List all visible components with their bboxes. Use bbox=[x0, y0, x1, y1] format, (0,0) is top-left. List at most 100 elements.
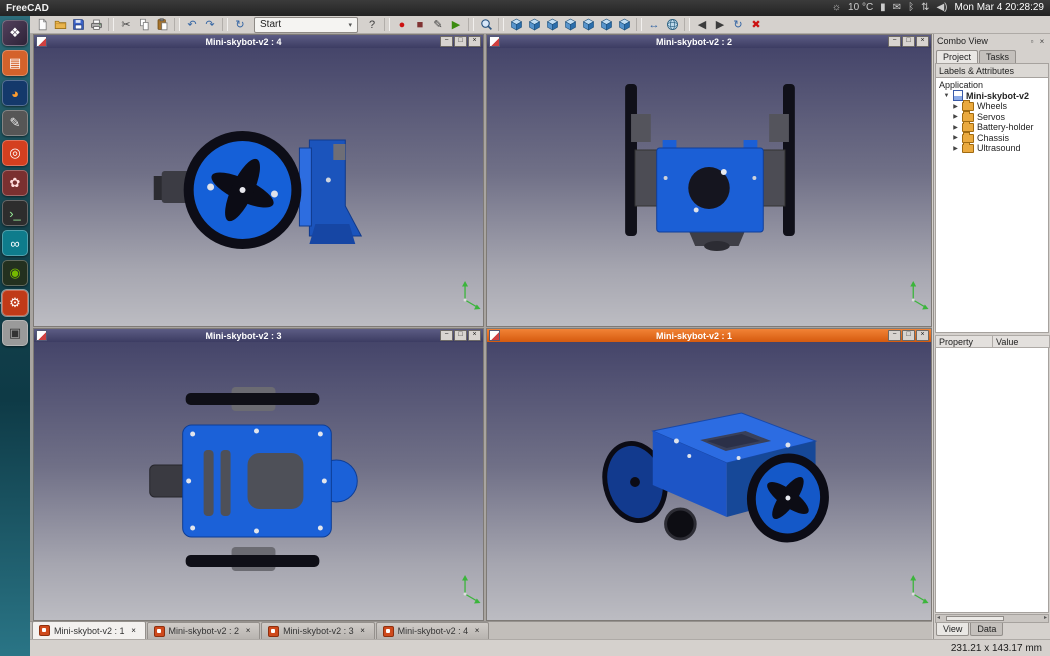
close-button[interactable]: × bbox=[468, 330, 481, 341]
macro-run-button[interactable]: ▶ bbox=[447, 17, 465, 33]
battery-icon[interactable]: ▮ bbox=[880, 0, 886, 16]
view-bottom-button[interactable] bbox=[597, 17, 615, 33]
minimize-button[interactable]: − bbox=[888, 36, 901, 47]
cut-button[interactable]: ✂ bbox=[117, 17, 135, 33]
tree-root-application[interactable]: Application bbox=[936, 80, 1048, 91]
launcher-item-terminal[interactable]: ›_ bbox=[2, 200, 28, 226]
macro-stop-button[interactable]: ■ bbox=[411, 17, 429, 33]
launcher-item-screenshot[interactable]: ▣ bbox=[2, 320, 28, 346]
close-button[interactable]: × bbox=[916, 36, 929, 47]
nav-forward-button[interactable]: ▶ bbox=[711, 17, 729, 33]
close-tab-icon[interactable]: × bbox=[472, 626, 482, 636]
viewport-1[interactable] bbox=[487, 342, 931, 620]
collapse-arrow-icon[interactable]: ▶ bbox=[952, 103, 959, 110]
network-icon[interactable]: ⇅ bbox=[921, 0, 929, 16]
macro-edit-button[interactable]: ✎ bbox=[429, 17, 447, 33]
clock[interactable]: Mon Mar 4 20:28:29 bbox=[955, 0, 1045, 16]
restore-button[interactable]: □ bbox=[902, 330, 915, 341]
launcher-item-freecad[interactable]: ⚙ bbox=[2, 290, 28, 316]
new-file-button[interactable] bbox=[33, 17, 51, 33]
temperature-indicator[interactable]: 10 °C bbox=[848, 0, 873, 16]
combo-view-header[interactable]: Combo View ▫ × bbox=[934, 34, 1050, 48]
undo-button[interactable]: ↶ bbox=[183, 17, 201, 33]
copy-button[interactable] bbox=[135, 17, 153, 33]
scroll-left-icon[interactable]: ◂ bbox=[937, 615, 940, 622]
open-file-button[interactable] bbox=[51, 17, 69, 33]
fit-all-button[interactable] bbox=[477, 17, 495, 33]
expand-arrow-icon[interactable]: ▼ bbox=[943, 93, 950, 99]
launcher-item-gimp[interactable]: ✎ bbox=[2, 110, 28, 136]
weather-icon[interactable]: ☼ bbox=[832, 0, 841, 16]
subwindow-3-titlebar[interactable]: Mini-skybot-v2 : 3 − □ × bbox=[34, 329, 483, 342]
view-top-button[interactable] bbox=[543, 17, 561, 33]
float-panel-button[interactable]: ▫ bbox=[1027, 37, 1037, 46]
mdi-tab-2[interactable]: Mini-skybot-v2 : 2 × bbox=[147, 622, 261, 639]
view-axonometric-button[interactable] bbox=[507, 17, 525, 33]
macro-record-button[interactable]: ● bbox=[393, 17, 411, 33]
restore-button[interactable]: □ bbox=[454, 330, 467, 341]
viewport-2[interactable] bbox=[487, 48, 931, 326]
tree-item-chassis[interactable]: ▶ Chassis bbox=[936, 133, 1048, 144]
subwindow-4-titlebar[interactable]: Mini-skybot-v2 : 4 − □ × bbox=[34, 35, 483, 48]
minimize-button[interactable]: − bbox=[888, 330, 901, 341]
close-panel-button[interactable]: × bbox=[1037, 37, 1047, 46]
tree-item-ultrasound[interactable]: ▶ Ultrasound bbox=[936, 143, 1048, 154]
launcher-item-arduino[interactable]: ∞ bbox=[2, 230, 28, 256]
tab-tasks[interactable]: Tasks bbox=[979, 50, 1016, 63]
restore-button[interactable]: □ bbox=[902, 36, 915, 47]
save-button[interactable] bbox=[69, 17, 87, 33]
view-front-button[interactable] bbox=[525, 17, 543, 33]
collapse-arrow-icon[interactable]: ▶ bbox=[952, 124, 959, 131]
tree-item-servos[interactable]: ▶ Servos bbox=[936, 112, 1048, 123]
subwindow-2-titlebar[interactable]: Mini-skybot-v2 : 2 − □ × bbox=[487, 35, 931, 48]
scene-globe-button[interactable] bbox=[663, 17, 681, 33]
whats-this-button[interactable]: ? bbox=[363, 17, 381, 33]
scroll-right-icon[interactable]: ▸ bbox=[1044, 615, 1047, 622]
launcher-item-ubuntu-software[interactable]: ◎ bbox=[2, 140, 28, 166]
tab-view[interactable]: View bbox=[936, 623, 969, 636]
horizontal-scrollbar[interactable]: ◂ ▸ bbox=[935, 614, 1049, 623]
nav-reload-button[interactable]: ↻ bbox=[729, 17, 747, 33]
tab-project[interactable]: Project bbox=[936, 50, 978, 63]
collapse-arrow-icon[interactable]: ▶ bbox=[952, 134, 959, 141]
paste-button[interactable] bbox=[153, 17, 171, 33]
restore-button[interactable]: □ bbox=[454, 36, 467, 47]
volume-icon[interactable]: ◀) bbox=[936, 0, 947, 16]
viewport-4[interactable] bbox=[34, 48, 483, 326]
minimize-button[interactable]: − bbox=[440, 36, 453, 47]
minimize-button[interactable]: − bbox=[440, 330, 453, 341]
launcher-item-dash-home[interactable]: ❖ bbox=[2, 20, 28, 46]
mdi-tab-3[interactable]: Mini-skybot-v2 : 3 × bbox=[261, 622, 375, 639]
close-button[interactable]: × bbox=[916, 330, 929, 341]
tab-data[interactable]: Data bbox=[970, 623, 1003, 636]
close-tab-icon[interactable]: × bbox=[243, 626, 253, 636]
collapse-arrow-icon[interactable]: ▶ bbox=[952, 113, 959, 120]
launcher-item-photos[interactable]: ✿ bbox=[2, 170, 28, 196]
launcher-item-nvidia[interactable]: ◉ bbox=[2, 260, 28, 286]
close-tab-icon[interactable]: × bbox=[129, 626, 139, 636]
mail-icon[interactable]: ✉ bbox=[893, 0, 901, 16]
refresh-button[interactable]: ↻ bbox=[231, 17, 249, 33]
subwindow-1-titlebar[interactable]: Mini-skybot-v2 : 1 − □ × bbox=[487, 329, 931, 342]
redo-button[interactable]: ↷ bbox=[201, 17, 219, 33]
viewport-3[interactable] bbox=[34, 342, 483, 620]
nav-back-button[interactable]: ◀ bbox=[693, 17, 711, 33]
tree-item-wheels[interactable]: ▶ Wheels bbox=[936, 101, 1048, 112]
bluetooth-icon[interactable]: ᛒ bbox=[908, 0, 914, 16]
mdi-tab-1[interactable]: Mini-skybot-v2 : 1 × bbox=[32, 621, 146, 639]
tree-item-document[interactable]: ▼ Mini-skybot-v2 bbox=[936, 91, 1048, 102]
view-left-button[interactable] bbox=[615, 17, 633, 33]
collapse-arrow-icon[interactable]: ▶ bbox=[952, 145, 959, 152]
tree-item-battery-holder[interactable]: ▶ Battery-holder bbox=[936, 122, 1048, 133]
view-right-button[interactable] bbox=[561, 17, 579, 33]
print-button[interactable] bbox=[87, 17, 105, 33]
scrollbar-thumb[interactable] bbox=[946, 616, 1004, 621]
close-button[interactable]: × bbox=[468, 36, 481, 47]
mdi-tab-4[interactable]: Mini-skybot-v2 : 4 × bbox=[376, 622, 490, 639]
nav-stop-button[interactable]: ✖ bbox=[747, 17, 765, 33]
close-tab-icon[interactable]: × bbox=[358, 626, 368, 636]
launcher-item-firefox[interactable]: ◕ bbox=[2, 80, 28, 106]
measure-button[interactable]: ↔ bbox=[645, 17, 663, 33]
view-rear-button[interactable] bbox=[579, 17, 597, 33]
workbench-selector[interactable]: Start ▾ bbox=[254, 17, 358, 33]
